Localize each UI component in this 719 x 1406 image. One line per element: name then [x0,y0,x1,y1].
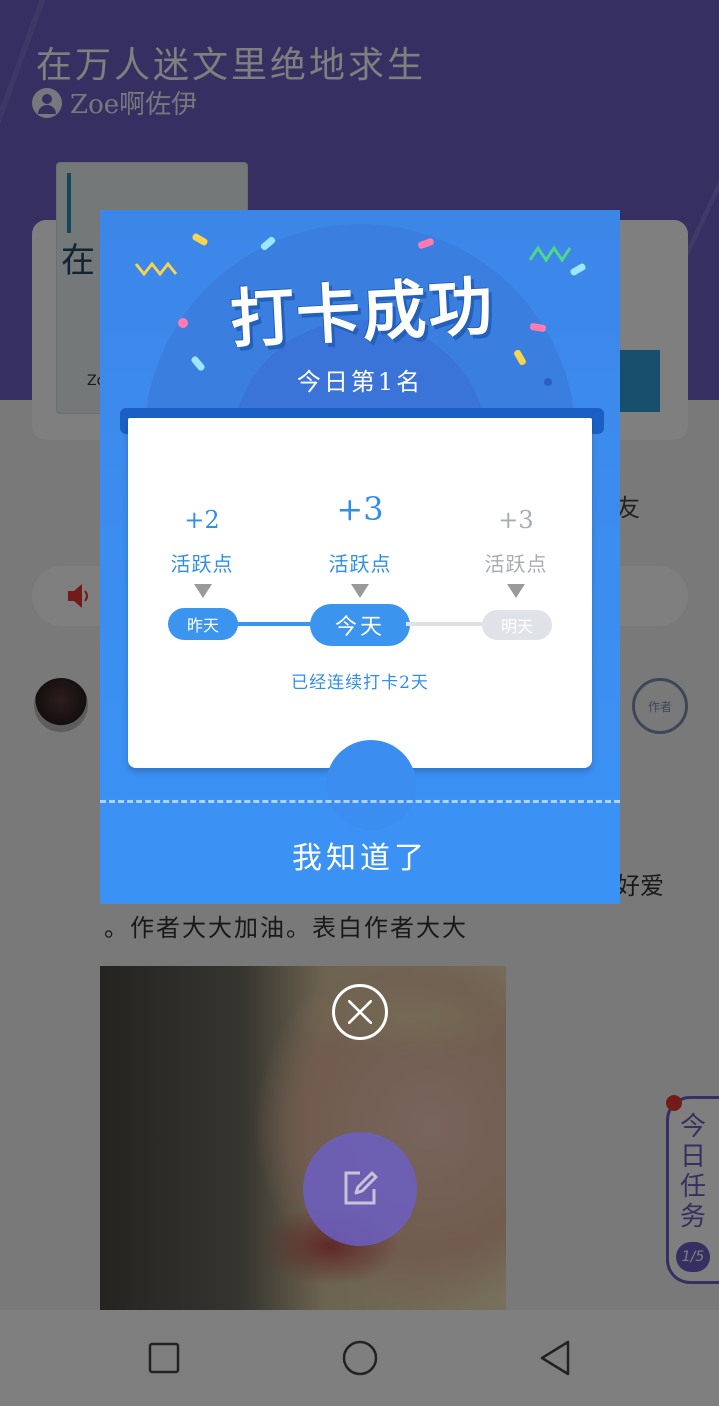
tomorrow-points: +3 [498,506,534,534]
streak-text: 已经连续打卡2天 [291,673,429,693]
write-comment-button[interactable] [303,1132,417,1246]
dashed-divider [100,800,620,803]
confetti [178,318,188,328]
tomorrow-points-unit: 活跃点 [484,552,548,576]
today-points-unit: 活跃点 [328,552,392,576]
confetti [134,261,178,277]
yesterday-points: +2 [184,506,220,534]
progress-line-upcoming [406,622,486,626]
confetti [528,245,572,263]
confetti [191,232,209,247]
dialog-title: 打卡成功 [228,270,497,358]
close-icon[interactable] [332,984,388,1040]
tomorrow-arrow-icon [507,584,525,598]
confetti [544,378,552,386]
today-pill: 今天 [310,604,410,646]
today-points: +3 [336,490,384,528]
today-arrow-icon [351,584,369,598]
yesterday-pill: 昨天 [168,608,238,640]
yesterday-points-unit: 活跃点 [170,552,234,576]
edit-icon [344,1171,378,1205]
checkin-dialog: 打卡成功 今日第1名 +2 活跃点 昨天 +3 活跃点 今天 +3 活跃点 明天… [100,210,620,904]
tomorrow-pill: 明天 [482,610,552,640]
got-it-button[interactable]: 我知道了 [100,806,620,904]
confetti [569,262,587,277]
rank-text: 今日第1名 [296,368,424,396]
progress-line-completed [232,622,316,626]
yesterday-arrow-icon [194,584,212,598]
